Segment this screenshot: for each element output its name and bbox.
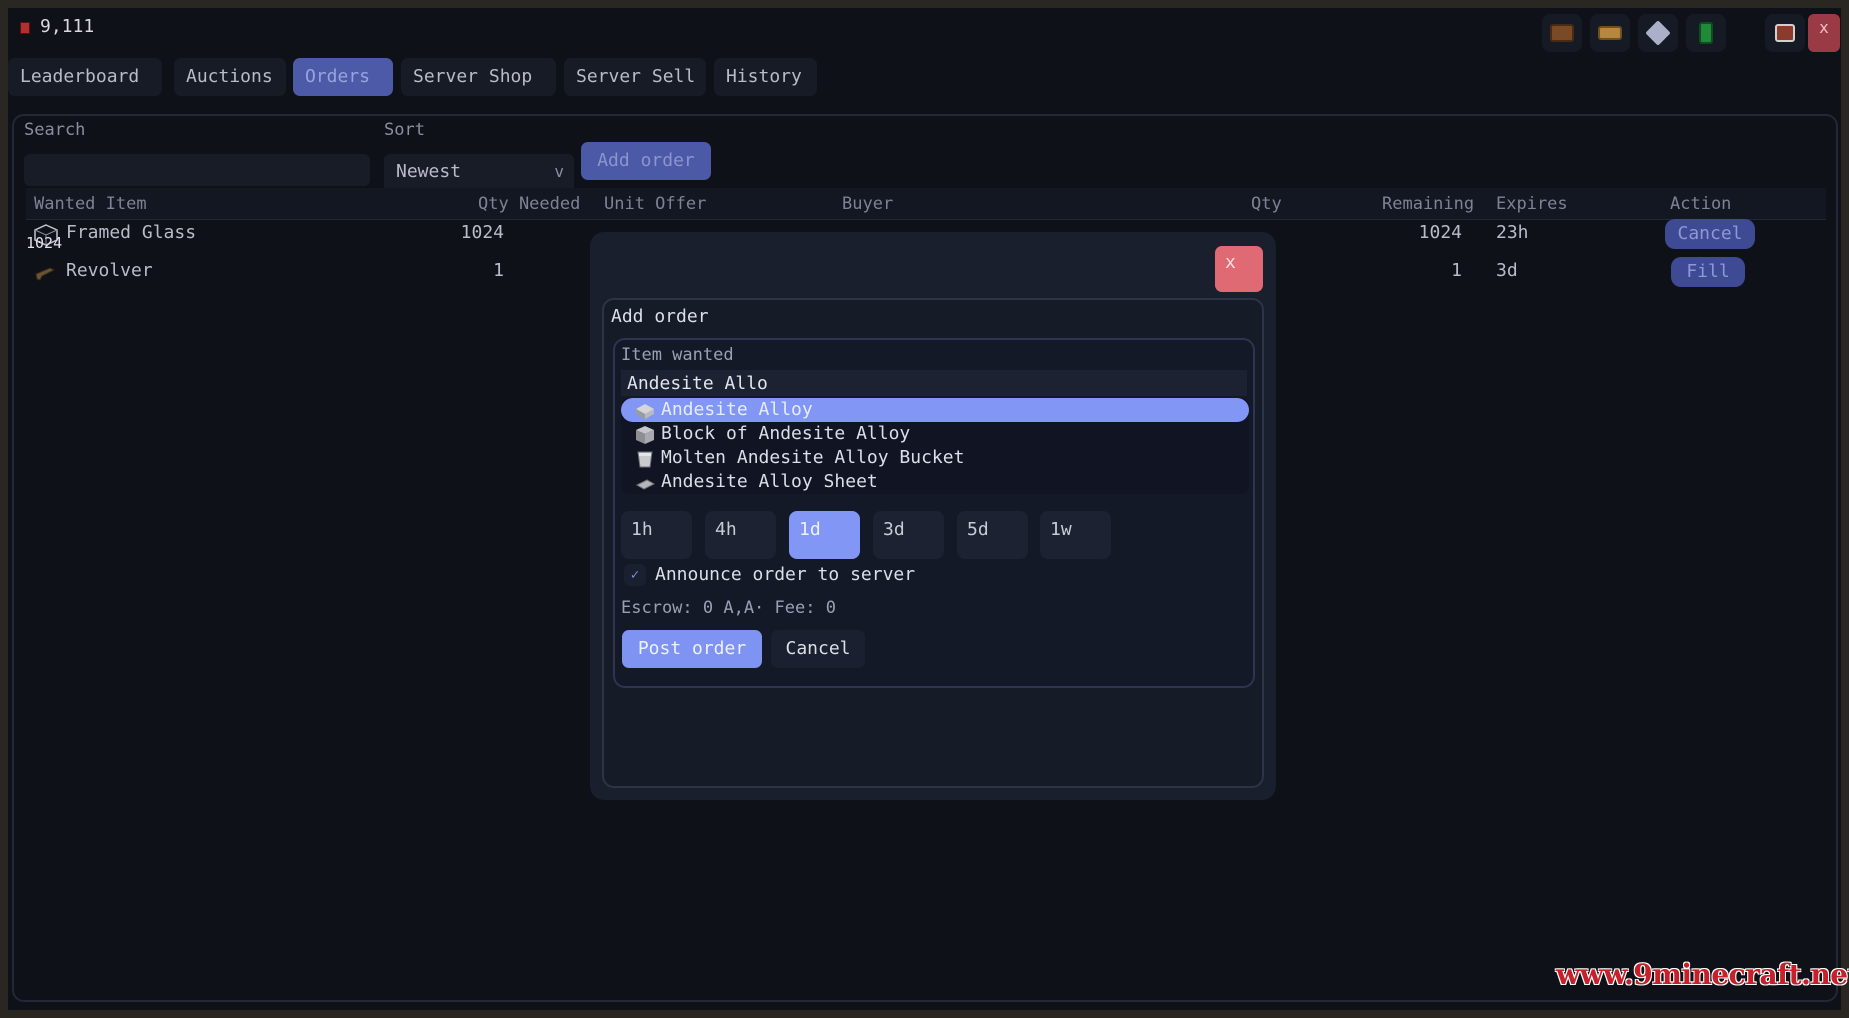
column-action: Action <box>1670 194 1732 214</box>
duration-4h-button[interactable]: 4h <box>705 511 776 559</box>
item-name: Revolver <box>66 260 153 281</box>
column-unit-offer: Unit Offer <box>604 194 707 214</box>
revolver-icon <box>34 262 56 282</box>
escrow-fee-text: Escrow: 0 A,A· Fee: 0 <box>621 598 836 618</box>
chest-icon[interactable] <box>1542 14 1582 52</box>
expires: 23h <box>1496 222 1529 243</box>
tab-history[interactable]: History <box>714 58 817 96</box>
qty-needed: 1 <box>493 260 504 281</box>
modal-close-button[interactable]: x <box>1215 246 1263 292</box>
column-qty-needed: Qty Needed <box>478 194 581 214</box>
cancel-button[interactable]: Cancel <box>771 630 865 668</box>
column-wanted-item: Wanted Item <box>34 194 147 214</box>
duration-3d-button[interactable]: 3d <box>873 511 944 559</box>
suggestion-andesite-alloy[interactable]: Andesite Alloy <box>621 398 1249 422</box>
announce-checkbox[interactable]: ✓ <box>624 564 646 586</box>
tab-server-shop[interactable]: Server Shop <box>401 58 556 96</box>
chevron-down-icon: v <box>554 162 564 181</box>
tab-leaderboard[interactable]: Leaderboard <box>8 58 162 96</box>
suggestion-label: Molten Andesite Alloy Bucket <box>661 447 965 468</box>
search-label: Search <box>24 120 86 140</box>
suggestion-molten-andesite-alloy-bucket[interactable]: Molten Andesite Alloy Bucket <box>621 446 1249 470</box>
top-bar: 9,111 x <box>8 8 1841 52</box>
watermark: www.9minecraft.net <box>1556 958 1849 991</box>
suggestion-block-of-andesite-alloy[interactable]: Block of Andesite Alloy <box>621 422 1249 446</box>
modal-card: Add order Item wanted Andesite Alloy <box>602 298 1264 788</box>
duration-1d-button[interactable]: 1d <box>789 511 860 559</box>
item-wanted-input[interactable] <box>621 370 1247 396</box>
item-suggestions: Andesite Alloy Block of Andesite Alloy M… <box>621 398 1249 494</box>
sort-value: Newest <box>396 161 462 182</box>
stack-count: 1024 <box>26 234 63 252</box>
order-form: Item wanted Andesite Alloy Block of Ande… <box>613 338 1255 688</box>
item-name: Framed Glass <box>66 222 197 243</box>
window-close-button[interactable]: x <box>1808 14 1840 52</box>
announce-label: Announce order to server <box>655 564 916 585</box>
remaining: 1 <box>1451 260 1462 281</box>
tab-orders[interactable]: Orders <box>293 58 393 96</box>
add-order-button[interactable]: Add order <box>581 142 711 180</box>
tab-server-sell[interactable]: Server Sell <box>564 58 706 96</box>
suggestion-andesite-alloy-sheet[interactable]: Andesite Alloy Sheet <box>621 470 1249 494</box>
search-input[interactable] <box>24 154 370 186</box>
balance-amount: 9,111 <box>40 16 95 37</box>
plank-icon[interactable] <box>1590 14 1630 52</box>
compass-icon[interactable] <box>1638 14 1678 52</box>
column-expires: Expires <box>1496 194 1568 214</box>
duration-1h-button[interactable]: 1h <box>621 511 692 559</box>
add-order-modal: x Add order Item wanted Andesite Alloy <box>590 232 1276 800</box>
column-remaining: Remaining <box>1382 194 1475 214</box>
cancel-order-button[interactable]: Cancel <box>1665 219 1755 249</box>
item-wanted-label: Item wanted <box>621 345 734 365</box>
modal-title: Add order <box>611 306 709 327</box>
qty-needed: 1024 <box>460 222 504 243</box>
suggestion-label: Andesite Alloy <box>661 399 813 420</box>
duration-1w-button[interactable]: 1w <box>1040 511 1111 559</box>
andesite-alloy-icon <box>635 401 655 421</box>
suggestion-label: Block of Andesite Alloy <box>661 423 911 444</box>
currency-icon <box>20 22 30 34</box>
duration-5d-button[interactable]: 5d <box>957 511 1028 559</box>
expires: 3d <box>1496 260 1518 281</box>
book-icon[interactable] <box>1765 14 1805 52</box>
bucket-icon <box>635 449 655 469</box>
sheet-icon <box>635 473 656 493</box>
post-order-button[interactable]: Post order <box>622 630 762 668</box>
column-buyer: Buyer <box>842 194 894 214</box>
andesite-block-icon <box>635 425 655 445</box>
suggestion-label: Andesite Alloy Sheet <box>661 471 878 492</box>
sort-label: Sort <box>384 120 425 140</box>
column-qty: Qty <box>1251 194 1282 214</box>
emerald-icon[interactable] <box>1686 14 1726 52</box>
fill-order-button[interactable]: Fill <box>1671 257 1745 287</box>
app-window: 9,111 x Leaderboard Auctions Orders Serv… <box>0 0 1849 1018</box>
remaining: 1024 <box>1418 222 1462 243</box>
tab-auctions[interactable]: Auctions <box>174 58 286 96</box>
table-header: Wanted Item Qty Needed Unit Offer Buyer … <box>26 188 1826 220</box>
